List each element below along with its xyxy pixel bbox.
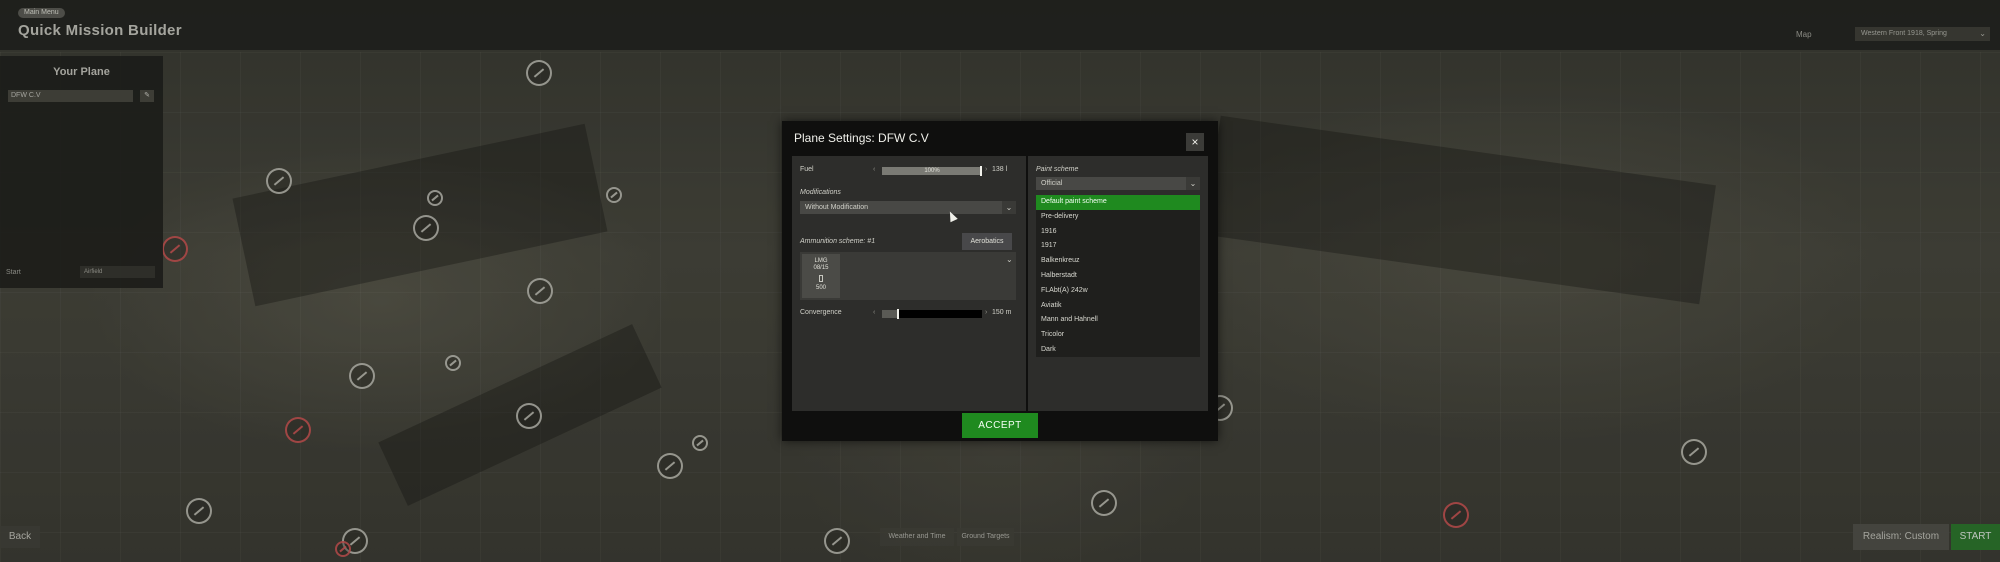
fuel-value: 138 l	[992, 166, 1008, 173]
convergence-label: Convergence	[800, 309, 842, 316]
fuel-decrease-arrow[interactable]: ‹	[873, 166, 875, 173]
paint-scheme-option[interactable]: Pre-delivery	[1036, 210, 1200, 225]
paint-scheme-value: Official	[1041, 180, 1063, 187]
chevron-down-icon: ⌄	[1186, 177, 1200, 190]
modifications-label: Modifications	[800, 189, 841, 196]
paint-scheme-option[interactable]: 1917	[1036, 239, 1200, 254]
fuel-increase-arrow[interactable]: ›	[985, 166, 987, 173]
paint-scheme-select[interactable]: Official ⌄	[1036, 177, 1200, 190]
paint-scheme-option[interactable]: Halberstadt	[1036, 269, 1200, 284]
paint-scheme-option[interactable]: Mann and Hahnell	[1036, 313, 1200, 328]
modifications-value: Without Modification	[805, 204, 869, 211]
convergence-slider-fill	[882, 310, 897, 318]
weapon-name: LMG	[814, 258, 828, 264]
loadout-panel: Fuel ‹ 100% › 138 l Modifications Withou…	[792, 156, 1026, 411]
paint-scheme-option[interactable]: Balkenkreuz	[1036, 254, 1200, 269]
chevron-down-icon: ⌄	[1002, 201, 1016, 214]
convergence-value: 150 m	[992, 309, 1012, 316]
accept-button[interactable]: ACCEPT	[962, 413, 1038, 438]
fuel-label: Fuel	[800, 166, 814, 173]
paint-scheme-list: Default paint scheme Pre-delivery 1916 1917…	[1036, 195, 1200, 357]
plane-settings-dialog: Plane Settings: DFW C.V × Fuel ‹ 100% › …	[782, 121, 1218, 441]
fuel-percent: 100%	[924, 168, 940, 174]
dialog-title: Plane Settings: DFW C.V	[794, 131, 929, 145]
paint-scheme-option[interactable]: Default paint scheme	[1036, 195, 1200, 210]
modifications-select[interactable]: Without Modification ⌄	[800, 201, 1016, 214]
weapon-model: 08/15	[813, 265, 829, 271]
paint-scheme-option[interactable]: Dark	[1036, 343, 1200, 358]
aerobatics-button[interactable]: Aerobatics	[962, 233, 1012, 250]
convergence-slider[interactable]	[882, 309, 982, 319]
paint-scheme-panel: Paint scheme Official ⌄ Default paint sc…	[1028, 156, 1208, 411]
paint-scheme-option[interactable]: 1916	[1036, 225, 1200, 240]
weapon-rounds: 500	[815, 285, 826, 291]
paint-scheme-option[interactable]: Aviatik	[1036, 299, 1200, 314]
weapon-card[interactable]: LMG 08/15 500	[802, 254, 840, 298]
close-button[interactable]: ×	[1186, 133, 1204, 151]
ammunition-selector[interactable]: LMG 08/15 500 ⌄	[800, 252, 1016, 300]
ammunition-label: Ammunition scheme: #1	[800, 238, 876, 245]
convergence-decrease-arrow[interactable]: ‹	[873, 309, 875, 316]
fuel-slider[interactable]: 100%	[882, 166, 982, 176]
convergence-increase-arrow[interactable]: ›	[985, 309, 987, 316]
chevron-down-icon[interactable]: ⌄	[1006, 255, 1013, 264]
paint-scheme-label: Paint scheme	[1036, 166, 1079, 173]
convergence-slider-handle[interactable]	[897, 309, 899, 319]
paint-scheme-option[interactable]: Tricolor	[1036, 328, 1200, 343]
paint-scheme-option[interactable]: FLAbt(A) 242w	[1036, 284, 1200, 299]
ammo-belt-icon	[819, 275, 823, 282]
